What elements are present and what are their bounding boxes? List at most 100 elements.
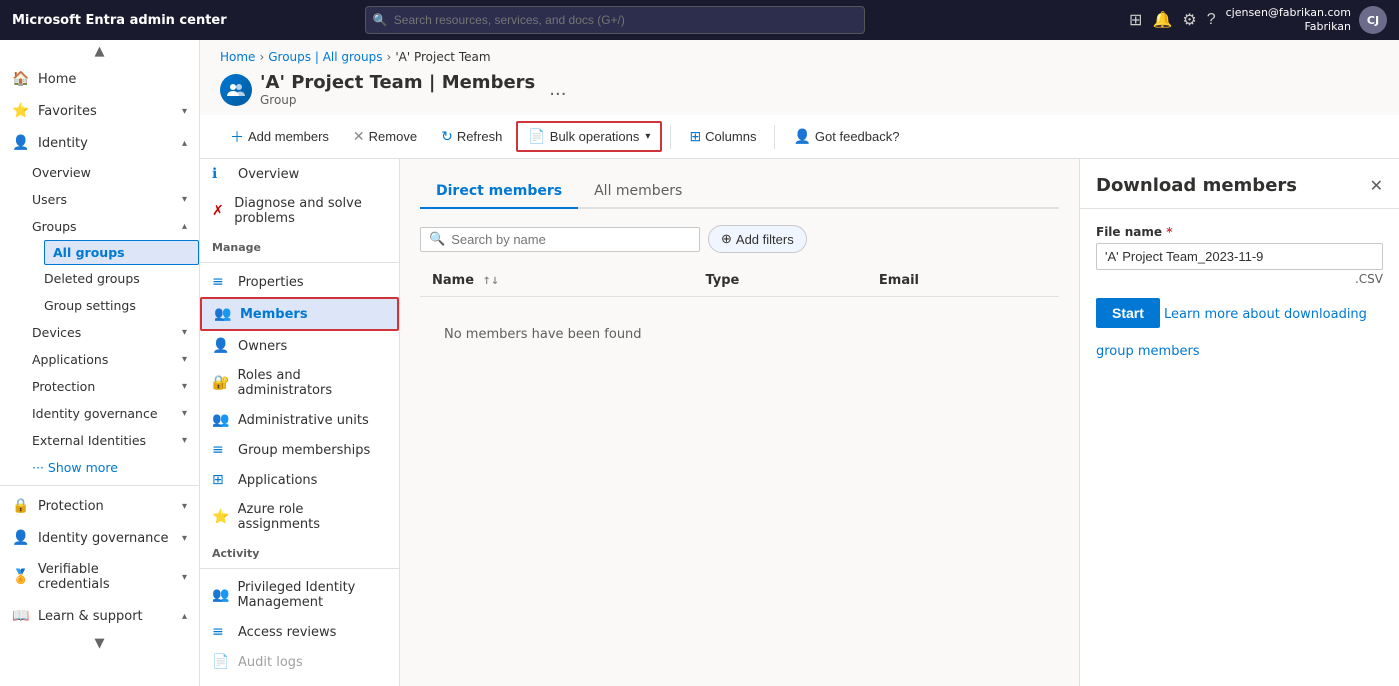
sidebar-scroll-up[interactable]: ▲ [0,40,199,63]
sidebar-item-external-identities[interactable]: External Identities ▾ [32,427,199,454]
lp-admin-units[interactable]: 👥 Administrative units [200,405,399,435]
search-box[interactable]: 🔍 [420,227,700,252]
lp-group-memberships[interactable]: ≡ Group memberships [200,435,399,465]
lp-properties[interactable]: ≡ Properties [200,267,399,297]
protection-icon: 🔒 [12,498,30,514]
sidebar-item-protection-sec[interactable]: 🔒 Protection ▾ [0,490,199,522]
more-options-icon[interactable]: ... [549,79,566,100]
identity-gov-icon: 👤 [12,530,30,546]
add-members-label: Add members [248,129,329,144]
breadcrumb-home[interactable]: Home [220,50,255,64]
overview-icon: ℹ [212,166,230,182]
lp-diagnose[interactable]: ✗ Diagnose and solve problems [200,189,399,233]
lp-pim[interactable]: 👥 Privileged Identity Management [200,573,399,617]
sidebar-item-group-settings[interactable]: Group settings [44,292,199,319]
sidebar-item-applications[interactable]: Applications ▾ [32,346,199,373]
sidebar-item-identity[interactable]: 👤 Identity ▴ [0,127,199,159]
lp-bulk-ops[interactable]: 👥 Bulk operation results [200,677,399,686]
file-name-label: File name * [1096,225,1383,239]
sidebar-scroll-down[interactable]: ▼ [0,632,199,655]
columns-button[interactable]: ⊞ Columns [679,123,766,150]
page-subtitle: Group [260,93,535,107]
lp-applications[interactable]: ⊞ Applications [200,465,399,495]
download-panel-title: Download members [1096,175,1297,196]
lp-roles-admins[interactable]: 🔐 Roles and administrators [200,361,399,405]
lp-owners[interactable]: 👤 Owners [200,331,399,361]
lp-members-label: Members [240,307,308,322]
feedback-button[interactable]: 👤 Got feedback? [783,123,909,150]
chevron-down-icon: ▾ [182,106,187,117]
lp-roles-label: Roles and administrators [237,368,387,398]
sidebar-item-overview[interactable]: Overview [32,159,199,186]
search-icon: 🔍 [429,232,445,247]
lp-audit-logs[interactable]: 📄 Audit logs [200,647,399,677]
groups-submenu: All groups Deleted groups Group settings [32,240,199,319]
feedback-label: Got feedback? [815,129,900,144]
chevron-down-icon4: ▾ [182,572,187,583]
add-filters-button[interactable]: ⊕ Add filters [708,225,807,253]
add-members-button[interactable]: ＋ Add members [220,122,339,152]
sidebar-item-all-groups[interactable]: All groups [44,240,199,265]
sidebar-item-groups[interactable]: Groups ▴ [32,213,199,240]
home-icon: 🏠 [12,71,30,87]
lp-overview[interactable]: ℹ Overview [200,159,399,189]
sidebar-label-protection: Protection [38,499,104,514]
sidebar-item-show-more[interactable]: ··· Show more [32,454,199,481]
sidebar-item-verifiable-creds[interactable]: 🏅 Verifiable credentials ▾ [0,554,199,600]
two-panel: ℹ Overview ✗ Diagnose and solve problems… [200,159,1399,686]
bulk-operations-button[interactable]: 📄 Bulk operations ▾ [516,121,662,152]
properties-icon: ≡ [212,274,230,290]
sidebar-item-identity-gov-sec[interactable]: 👤 Identity governance ▾ [0,522,199,554]
filter-icon: ⊕ [721,231,732,247]
notification-icon[interactable]: 🔔 [1152,10,1172,30]
sidebar-item-devices[interactable]: Devices ▾ [32,319,199,346]
search-icon: 🔍 [373,13,388,27]
lp-admin-units-label: Administrative units [238,413,369,428]
main-content: Home › Groups | All groups › 'A' Project… [200,40,1399,686]
lp-access-reviews[interactable]: ≡ Access reviews [200,617,399,647]
global-search[interactable]: 🔍 [365,6,865,34]
refresh-label: Refresh [457,129,503,144]
breadcrumb-groups[interactable]: Groups | All groups [268,50,382,64]
plus-icon: ＋ [230,127,244,147]
sidebar-item-users[interactable]: Users ▾ [32,186,199,213]
user-profile[interactable]: cjensen@fabrikan.com Fabrikan CJ [1226,6,1387,35]
chevron-up-icon2: ▴ [182,611,187,622]
file-name-input[interactable] [1096,243,1383,270]
avatar[interactable]: CJ [1359,6,1387,34]
roles-icon: 🔐 [212,375,229,391]
sidebar-item-protection[interactable]: Protection ▾ [32,373,199,400]
chevron-up-icon: ▴ [182,138,187,149]
breadcrumb-sep2: › [387,50,392,64]
settings-icon[interactable]: ⚙ [1182,10,1196,30]
columns-label: Columns [705,129,756,144]
start-button[interactable]: Start [1096,298,1160,328]
sidebar-item-learn-support[interactable]: 📖 Learn & support ▴ [0,600,199,632]
tab-all-members[interactable]: All members [578,175,698,209]
lp-applications-label: Applications [238,473,317,488]
lp-azure-roles-label: Azure role assignments [238,502,387,532]
search-input[interactable] [451,232,691,247]
lp-members[interactable]: 👥 Members [200,297,399,331]
refresh-button[interactable]: ↻ Refresh [431,123,512,150]
tab-direct-members[interactable]: Direct members [420,175,578,209]
sidebar-label-identity: Identity [38,136,88,151]
close-panel-button[interactable]: ✕ [1370,176,1383,196]
top-navigation: Microsoft Entra admin center 🔍 ⊞ 🔔 ⚙ ? c… [0,0,1399,40]
toolbar: ＋ Add members ✕ Remove ↻ Refresh 📄 Bulk … [200,115,1399,159]
help-icon[interactable]: ? [1207,11,1216,29]
verifiable-creds-icon: 🏅 [12,569,30,585]
sidebar-item-home[interactable]: 🏠 Home [0,63,199,95]
sidebar-label-home: Home [38,72,76,87]
download-panel-body: File name * .CSV Start Learn more about … [1080,209,1399,686]
portal-icon[interactable]: ⊞ [1129,10,1142,30]
sidebar-label-verifiable-creds: Verifiable credentials [38,562,174,592]
sidebar-item-deleted-groups[interactable]: Deleted groups [44,265,199,292]
sidebar-item-identity-governance[interactable]: Identity governance ▾ [32,400,199,427]
members-table: Name ↑↓ Type Email [420,265,1059,372]
sidebar-item-favorites[interactable]: ⭐ Favorites ▾ [0,95,199,127]
lp-azure-roles[interactable]: ⭐ Azure role assignments [200,495,399,539]
global-search-input[interactable] [365,6,865,34]
col-name[interactable]: Name ↑↓ [420,265,693,297]
remove-button[interactable]: ✕ Remove [343,123,427,150]
